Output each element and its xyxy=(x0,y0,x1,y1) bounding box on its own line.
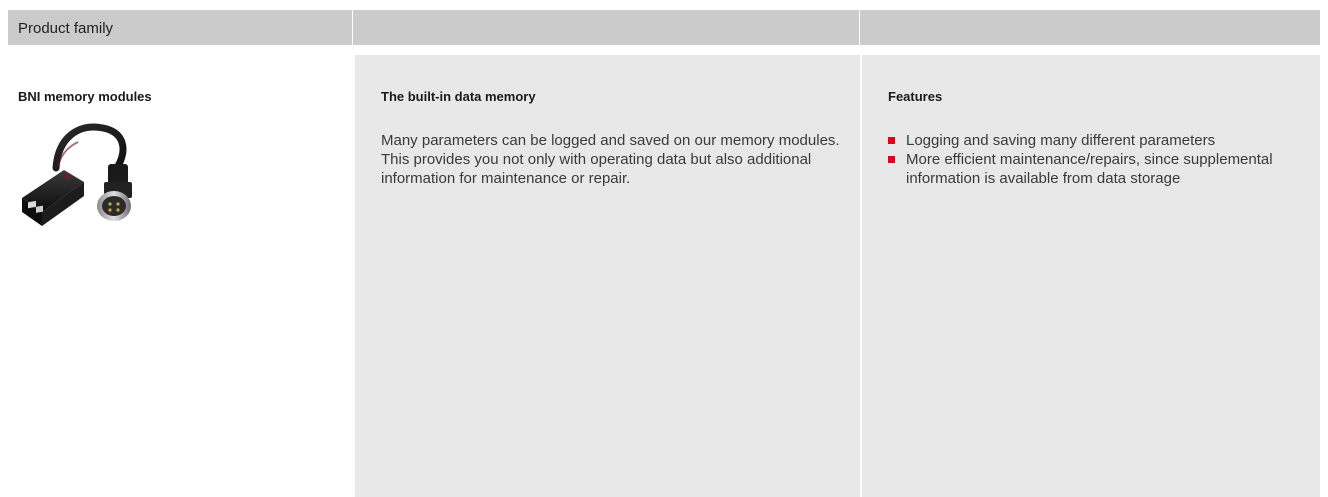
header-cell-product-family: Product family xyxy=(8,10,353,45)
memory-module-image xyxy=(22,123,132,226)
header-label-product-family: Product family xyxy=(18,20,114,37)
description-column: The built-in data memory Many parameters… xyxy=(355,55,860,497)
list-item: More efficient maintenance/repairs, sinc… xyxy=(888,150,1308,188)
table-header: Product family xyxy=(8,10,1320,45)
product-table: Product family BNI memory modules The bu… xyxy=(8,10,1320,497)
feature-text: More efficient maintenance/repairs, sinc… xyxy=(906,151,1273,187)
description-title: The built-in data memory xyxy=(381,89,536,104)
description-text: Many parameters can be logged and saved … xyxy=(381,132,840,187)
features-column: Features Logging and saving many differe… xyxy=(862,55,1320,497)
square-bullet-icon xyxy=(888,137,895,144)
product-name: BNI memory modules xyxy=(18,89,152,104)
header-cell-features xyxy=(862,10,1320,45)
square-bullet-icon xyxy=(888,156,895,163)
product-column: BNI memory modules xyxy=(8,55,353,497)
list-item: Logging and saving many different parame… xyxy=(888,131,1308,150)
header-cell-description xyxy=(355,10,860,45)
features-list: Logging and saving many different parame… xyxy=(888,131,1308,188)
feature-text: Logging and saving many different parame… xyxy=(906,132,1216,149)
features-title: Features xyxy=(888,89,943,104)
